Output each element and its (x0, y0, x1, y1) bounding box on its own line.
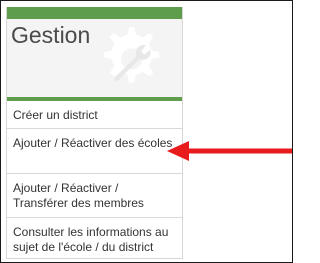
gestion-panel: Gestion Créer un district Ajouter / Réac… (6, 7, 183, 259)
menu-item-create-district[interactable]: Créer un district (7, 101, 182, 129)
gear-wrench-icon (103, 27, 160, 83)
panel-header: Gestion (7, 19, 182, 97)
menu-item-add-reactivate-schools[interactable]: Ajouter / Réactiver des écoles (7, 129, 182, 174)
panel-top-bar (7, 7, 182, 19)
gestion-menu: Créer un district Ajouter / Réactiver de… (7, 101, 182, 260)
menu-item-add-reactivate-transfer-members[interactable]: Ajouter / Réactiver / Transférer des mem… (7, 174, 182, 218)
screenshot-frame: Gestion Créer un district Ajouter / Réac… (0, 0, 293, 263)
menu-item-school-district-info[interactable]: Consulter les informations au sujet de l… (7, 218, 182, 260)
red-arrow-icon (167, 141, 292, 161)
panel-title: Gestion (11, 22, 91, 48)
